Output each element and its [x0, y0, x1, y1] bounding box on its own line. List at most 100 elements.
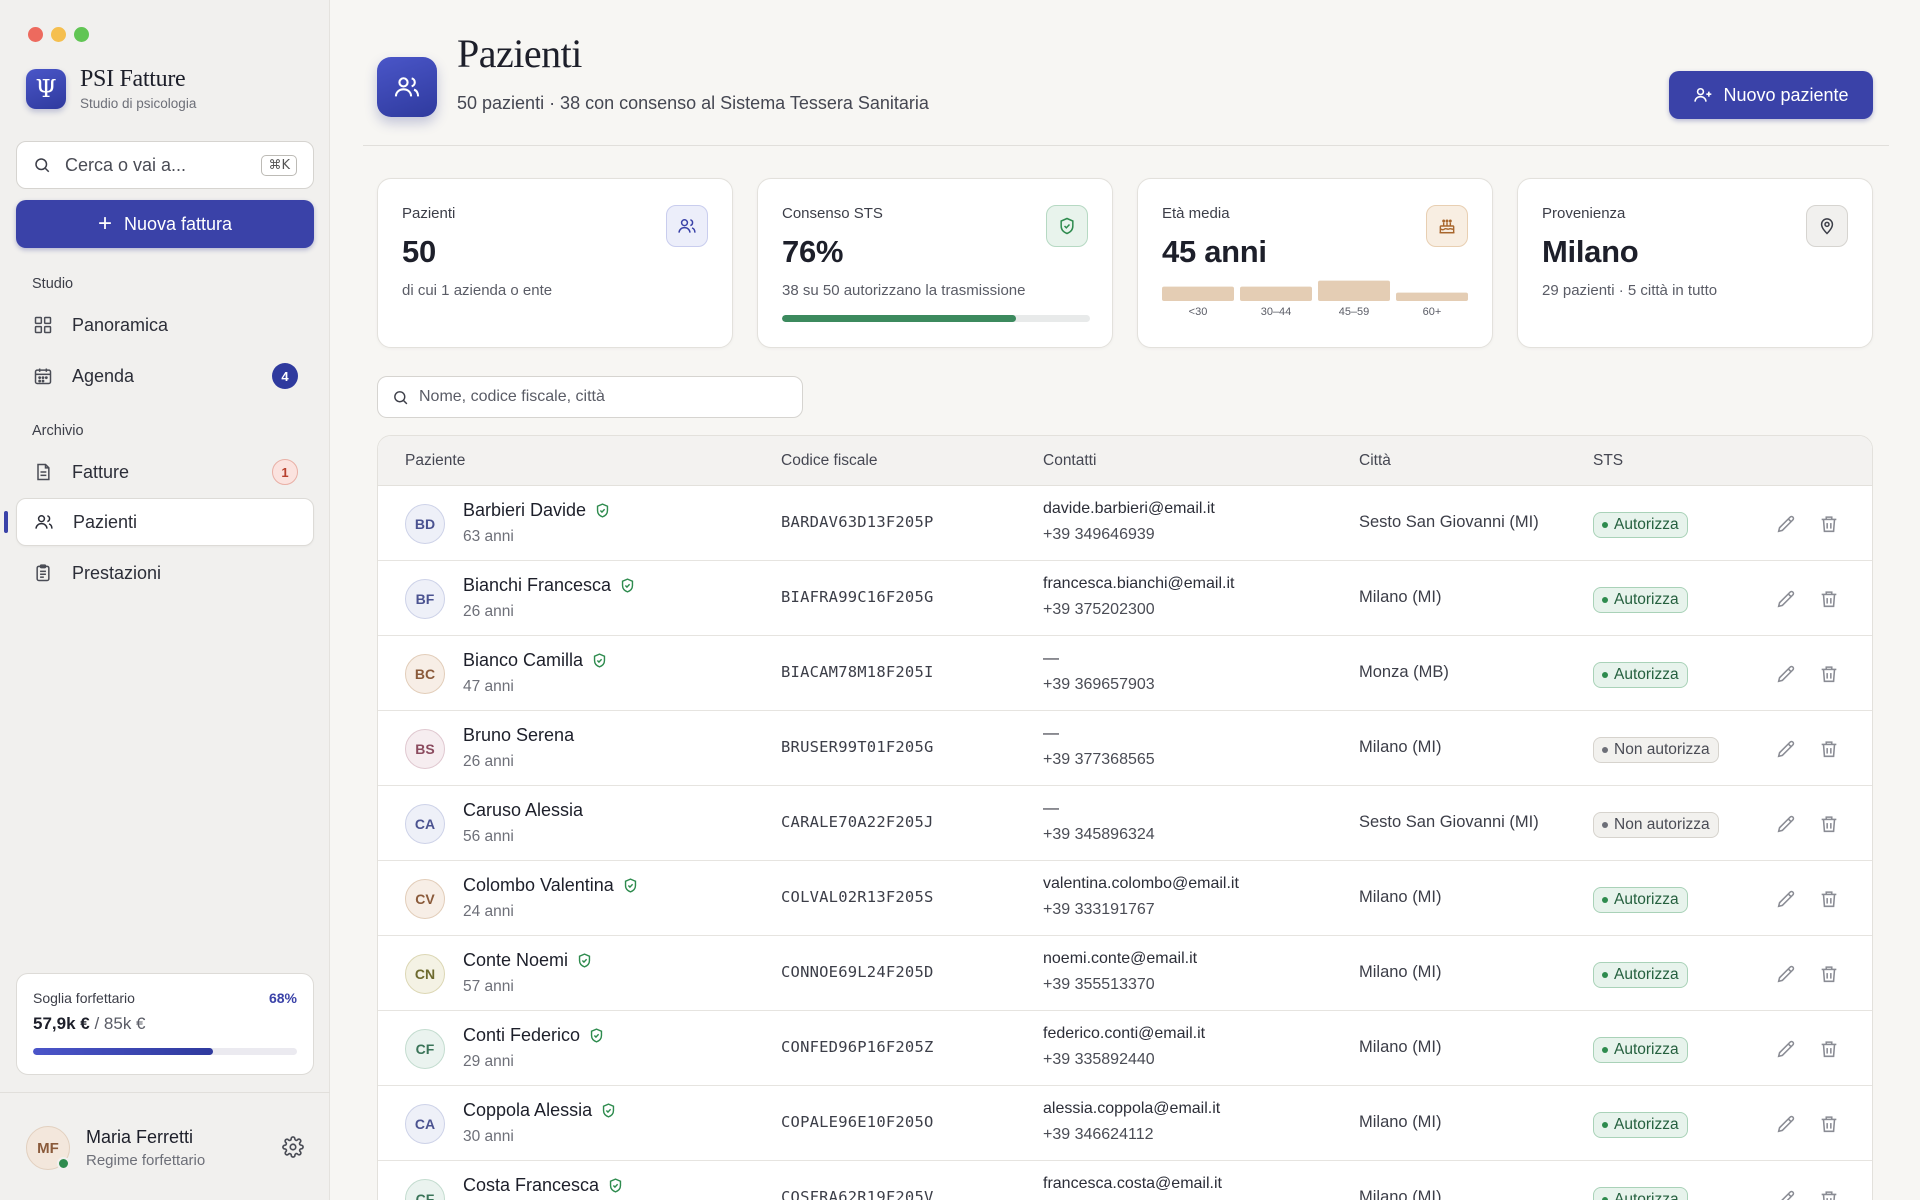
table-row[interactable]: CA Caruso Alessia 56 anni CARALE70A22F20…: [378, 786, 1872, 861]
close-window-button[interactable]: [28, 27, 43, 42]
avatar: CF: [405, 1029, 445, 1069]
edit-pencil-icon[interactable]: [1775, 888, 1797, 910]
stat-value: 76%: [782, 234, 844, 269]
patient-age: 57 anni: [463, 978, 514, 995]
age-bucket-label: <30: [1189, 306, 1208, 318]
threshold-label: Soglia forfettario: [33, 990, 135, 1006]
threshold-current: 57,9k €: [33, 1014, 90, 1033]
trash-icon[interactable]: [1818, 888, 1840, 910]
patient-phone: +39 346624112: [1043, 1126, 1154, 1143]
status-dot: [1602, 597, 1608, 603]
column-header-sts[interactable]: STS: [1593, 452, 1623, 470]
patient-name: Barbieri Davide: [463, 500, 587, 520]
edit-pencil-icon[interactable]: [1775, 663, 1797, 685]
edit-pencil-icon[interactable]: [1775, 1113, 1797, 1135]
consent-progress: [782, 315, 1090, 322]
patient-search-input[interactable]: Nome, codice fiscale, città: [377, 376, 803, 418]
stat-value: 45 anni: [1162, 234, 1267, 269]
sidebar-item-prestazioni[interactable]: Prestazioni: [16, 549, 314, 597]
edit-pencil-icon[interactable]: [1775, 1188, 1797, 1200]
edit-pencil-icon[interactable]: [1775, 963, 1797, 985]
new-invoice-button[interactable]: + Nuova fattura: [16, 200, 314, 248]
brand-logo-icon: Ψ: [26, 68, 66, 109]
patient-name-cell: Colombo Valentina: [463, 875, 639, 896]
trash-icon[interactable]: [1818, 963, 1840, 985]
column-header-contatti[interactable]: Contatti: [1043, 452, 1096, 470]
patient-email: valentina.colombo@email.it: [1043, 875, 1239, 892]
location-pin-icon: [1806, 205, 1848, 247]
trash-icon[interactable]: [1818, 513, 1840, 535]
table-row[interactable]: CF Conti Federico 29 anni CONFED96P16F20…: [378, 1011, 1872, 1086]
patient-tax-code: COPALE96E10F205O: [781, 1113, 934, 1131]
avatar: CV: [405, 879, 445, 919]
gear-icon[interactable]: [282, 1136, 304, 1158]
sts-status-badge: Autorizza: [1593, 887, 1688, 913]
stat-label: Provenienza: [1542, 205, 1626, 222]
trash-icon[interactable]: [1818, 663, 1840, 685]
patient-name: Bianchi Francesca: [463, 575, 612, 595]
edit-pencil-icon[interactable]: [1775, 588, 1797, 610]
sts-status-label: Autorizza: [1614, 591, 1679, 608]
edit-pencil-icon[interactable]: [1775, 513, 1797, 535]
table-row[interactable]: CF Costa Francesca COSFRA62R19F205V fran…: [378, 1161, 1872, 1200]
sts-status-badge: Autorizza: [1593, 587, 1688, 613]
table-row[interactable]: CN Conte Noemi 57 anni CONNOE69L24F205D …: [378, 936, 1872, 1011]
threshold-limit: 85k €: [103, 1014, 146, 1033]
patient-initials: BF: [415, 591, 435, 607]
global-search[interactable]: Cerca o vai a... ⌘K: [16, 141, 314, 189]
minimize-window-button[interactable]: [51, 27, 66, 42]
column-header-codice-fiscale[interactable]: Codice fiscale: [781, 452, 878, 470]
patient-name-cell: Bianco Camilla: [463, 650, 608, 671]
patient-name: Conte Noemi: [463, 950, 569, 970]
sidebar-item-panoramica[interactable]: Panoramica: [16, 301, 314, 349]
column-header-citta[interactable]: Città: [1359, 452, 1391, 470]
edit-pencil-icon[interactable]: [1775, 738, 1797, 760]
patient-name-cell: Costa Francesca: [463, 1175, 624, 1196]
patient-city: Milano (MI): [1359, 1038, 1442, 1056]
verified-shield-icon: [624, 878, 636, 893]
avatar: CA: [405, 1104, 445, 1144]
table-row[interactable]: CA Coppola Alessia 30 anni COPALE96E10F2…: [378, 1086, 1872, 1161]
trash-icon[interactable]: [1818, 1113, 1840, 1135]
sts-status-badge: Autorizza: [1593, 512, 1688, 538]
shield-check-icon: [1046, 205, 1088, 247]
patient-email: alessia.coppola@email.it: [1043, 1100, 1221, 1117]
trash-icon[interactable]: [1818, 1188, 1840, 1200]
sidebar-item-pazienti[interactable]: Pazienti: [16, 498, 314, 546]
new-patient-button[interactable]: Nuovo paziente: [1669, 71, 1873, 119]
table-row[interactable]: BS Bruno Serena 26 anni BRUSER99T01F205G…: [378, 711, 1872, 786]
patient-name-cell: Bruno Serena: [463, 725, 574, 746]
sidebar-section-studio: Studio: [32, 276, 74, 292]
age-bar: [1240, 286, 1312, 301]
patient-age: 30 anni: [463, 1128, 514, 1145]
avatar: BS: [405, 729, 445, 769]
patient-city: Milano (MI): [1359, 1188, 1442, 1200]
threshold-progress-fill: [33, 1048, 213, 1055]
table-row[interactable]: BC Bianco Camilla 47 anni BIACAM78M18F20…: [378, 636, 1872, 711]
sidebar-item-label: Prestazioni: [72, 562, 162, 583]
table-row[interactable]: BD Barbieri Davide 63 anni BARDAV63D13F2…: [378, 486, 1872, 561]
patient-tax-code: BRUSER99T01F205G: [781, 738, 934, 756]
consent-progress-fill: [782, 315, 1017, 322]
stat-value: Milano: [1542, 234, 1639, 269]
sidebar-item-agenda[interactable]: Agenda 4: [16, 352, 314, 400]
page-title: Pazienti: [457, 31, 582, 76]
sidebar-item-fatture[interactable]: Fatture 1: [16, 448, 314, 496]
table-row[interactable]: BF Bianchi Francesca 26 anni BIAFRA99C16…: [378, 561, 1872, 636]
online-status-dot: [57, 1157, 70, 1170]
patient-email: —: [1043, 800, 1059, 817]
search-shortcut: ⌘K: [261, 154, 297, 176]
zoom-window-button[interactable]: [74, 27, 89, 42]
patient-city: Milano (MI): [1359, 888, 1442, 906]
user-profile[interactable]: MF Maria Ferretti Regime forfettario: [26, 1126, 205, 1170]
edit-pencil-icon[interactable]: [1775, 1038, 1797, 1060]
table-row[interactable]: CV Colombo Valentina 24 anni COLVAL02R13…: [378, 861, 1872, 936]
sts-status-label: Autorizza: [1614, 666, 1679, 683]
trash-icon[interactable]: [1818, 738, 1840, 760]
trash-icon[interactable]: [1818, 1038, 1840, 1060]
edit-pencil-icon[interactable]: [1775, 813, 1797, 835]
trash-icon[interactable]: [1818, 813, 1840, 835]
trash-icon[interactable]: [1818, 588, 1840, 610]
column-header-paziente[interactable]: Paziente: [405, 452, 465, 470]
patient-email: —: [1043, 650, 1059, 667]
